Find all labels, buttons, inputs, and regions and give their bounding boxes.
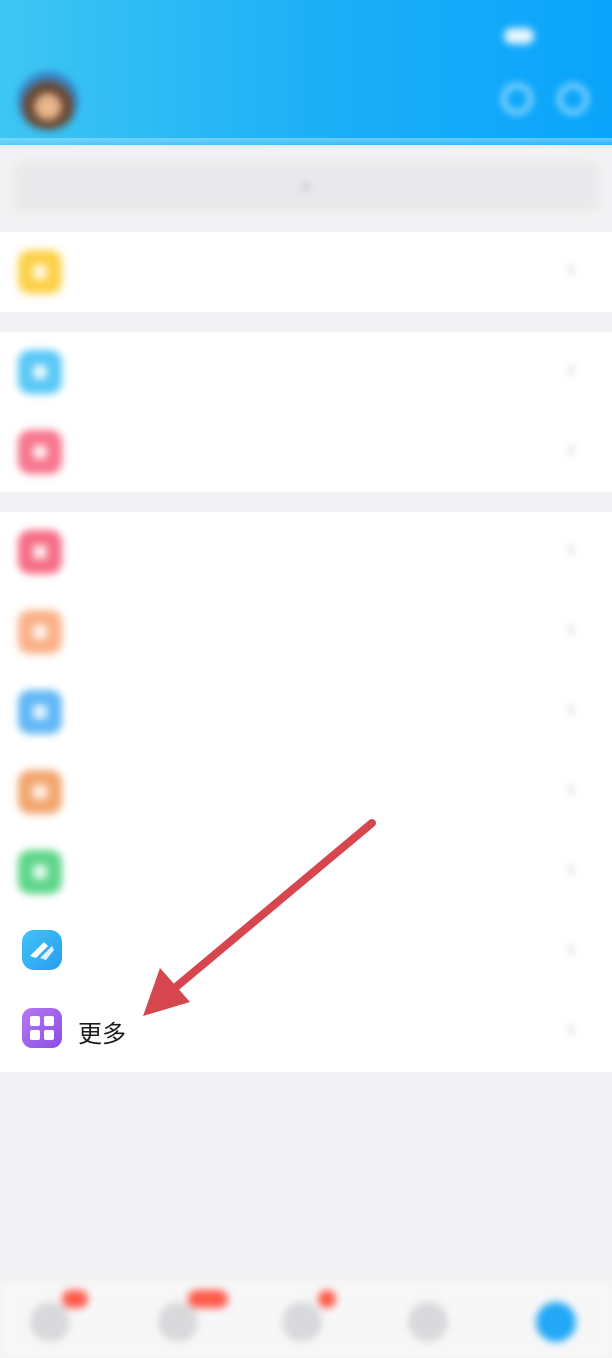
bottom-tab-bar: [0, 1282, 612, 1358]
annotation-arrow: [143, 819, 376, 1016]
tab-contacts[interactable]: [158, 1302, 198, 1342]
tab-profile[interactable]: [408, 1302, 448, 1342]
badge: [318, 1290, 336, 1308]
badge: [188, 1290, 228, 1308]
tab-active[interactable]: [536, 1302, 576, 1342]
badge: [62, 1290, 88, 1308]
tab-discover[interactable]: [282, 1302, 322, 1342]
tab-messages[interactable]: [30, 1302, 70, 1342]
